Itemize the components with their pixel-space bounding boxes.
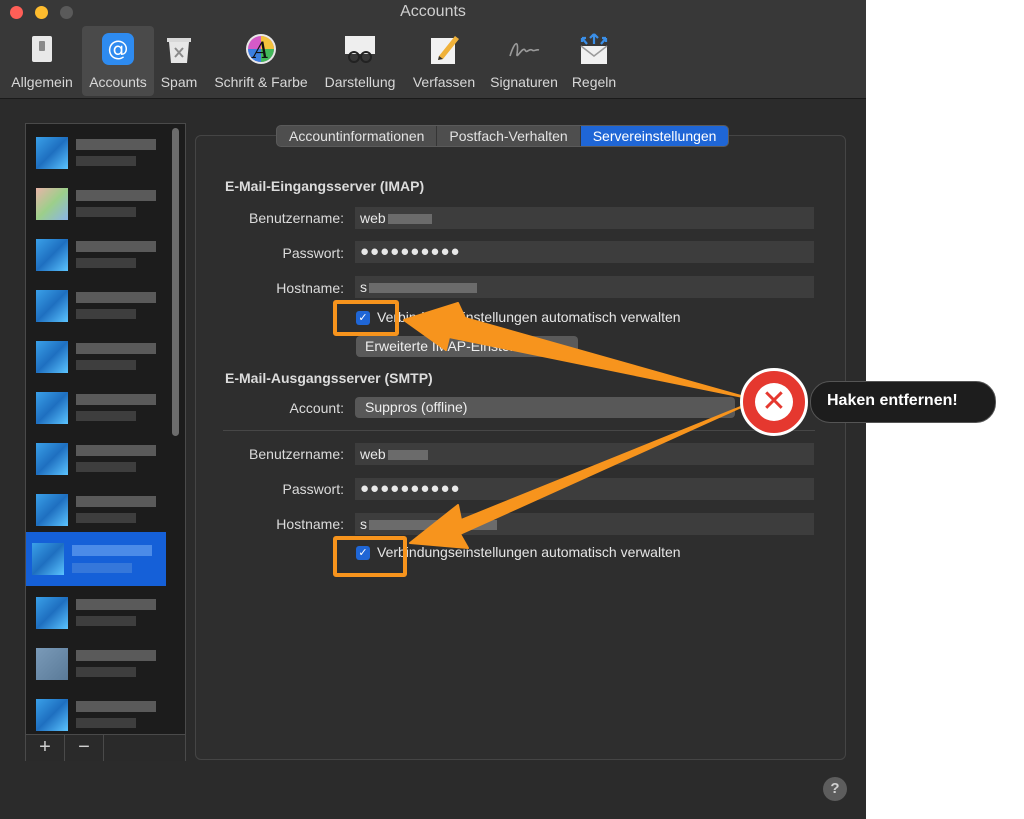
x-mark-icon: ✕ <box>761 385 787 418</box>
remove-check-badge: ✕ <box>740 368 808 436</box>
annotation-callout: Haken entfernen! <box>810 381 996 423</box>
arrow-to-smtp-checkbox <box>409 403 749 549</box>
annotation-text: Haken entfernen! <box>827 392 958 409</box>
arrow-to-imap-checkbox <box>403 302 749 399</box>
badge-inner: ✕ <box>755 383 793 421</box>
